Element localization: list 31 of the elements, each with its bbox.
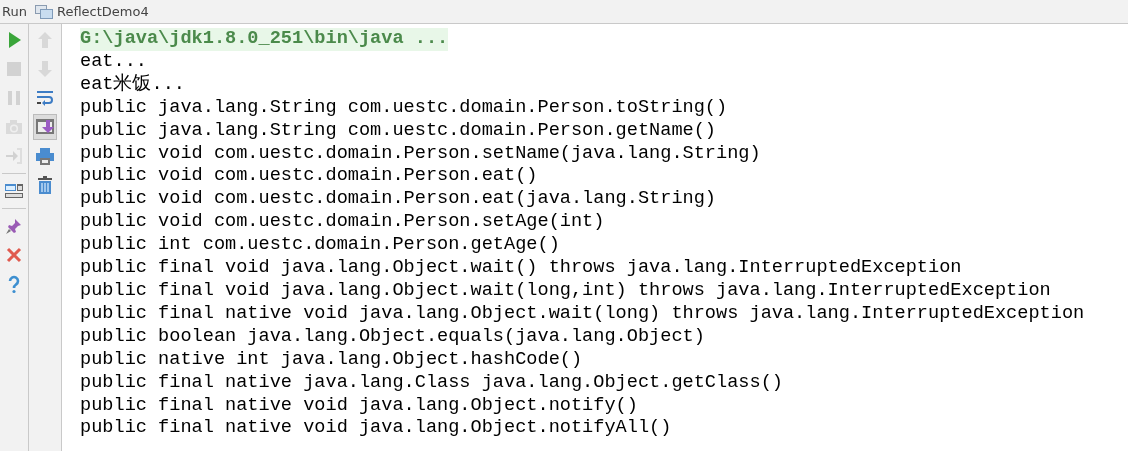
tab-label[interactable]: ReflectDemo4 [56, 1, 149, 22]
panel-title: Run [1, 2, 27, 21]
console-output-line: public void com.uestc.domain.Person.eat() [80, 165, 538, 187]
console-output-line: public java.lang.String com.uestc.domain.Person.toString() [80, 96, 728, 118]
close-icon [4, 245, 24, 265]
console-output-line: eat... [80, 50, 147, 72]
wrap-icon [35, 88, 55, 108]
console-output-line: public java.lang.String com.uestc.domain.Person.getName() [80, 119, 716, 141]
pin-icon [4, 216, 24, 236]
console-output-line: public final native void java.lang.Object.notifyAll() [80, 417, 672, 439]
console-output-line: public native int java.lang.Object.hashCode() [80, 348, 583, 370]
stop-icon [4, 59, 24, 79]
console-output-line: public boolean java.lang.Object.equals(java.lang.Object) [80, 325, 705, 347]
camera-icon [4, 117, 24, 137]
console-output-line: public final void java.lang.Object.wait() throws java.lang.InterruptedException [80, 257, 962, 279]
trash-icon [35, 175, 55, 195]
console-output-line: public final native void java.lang.Object.notify() [80, 394, 638, 416]
console-output-line: public int com.uestc.domain.Person.getAge() [80, 234, 560, 256]
console-output-line: public final native void java.lang.Object.wait(long) throws java.lang.InterruptedException [80, 302, 1085, 324]
console-output-line: public void com.uestc.domain.Person.setName(java.lang.String) [80, 142, 761, 164]
exit-icon [4, 146, 24, 166]
console-output-line: public final void java.lang.Object.wait(long,int) throws java.lang.InterruptedException [80, 279, 1051, 301]
printer-icon [35, 146, 55, 166]
scroll-to-end-icon [35, 117, 55, 137]
console-output-line: eat米饭... [80, 73, 185, 95]
layout-icon [4, 181, 24, 201]
console-output-line: public void com.uestc.domain.Person.eat(java.lang.String) [80, 188, 716, 210]
scroll-to-end-button[interactable] [33, 114, 57, 140]
console-output-line: public void com.uestc.domain.Person.setAge(int) [80, 211, 605, 233]
window-icon [34, 4, 53, 19]
console-output-line: public final native java.lang.Class java.lang.Object.getClass() [80, 371, 783, 393]
